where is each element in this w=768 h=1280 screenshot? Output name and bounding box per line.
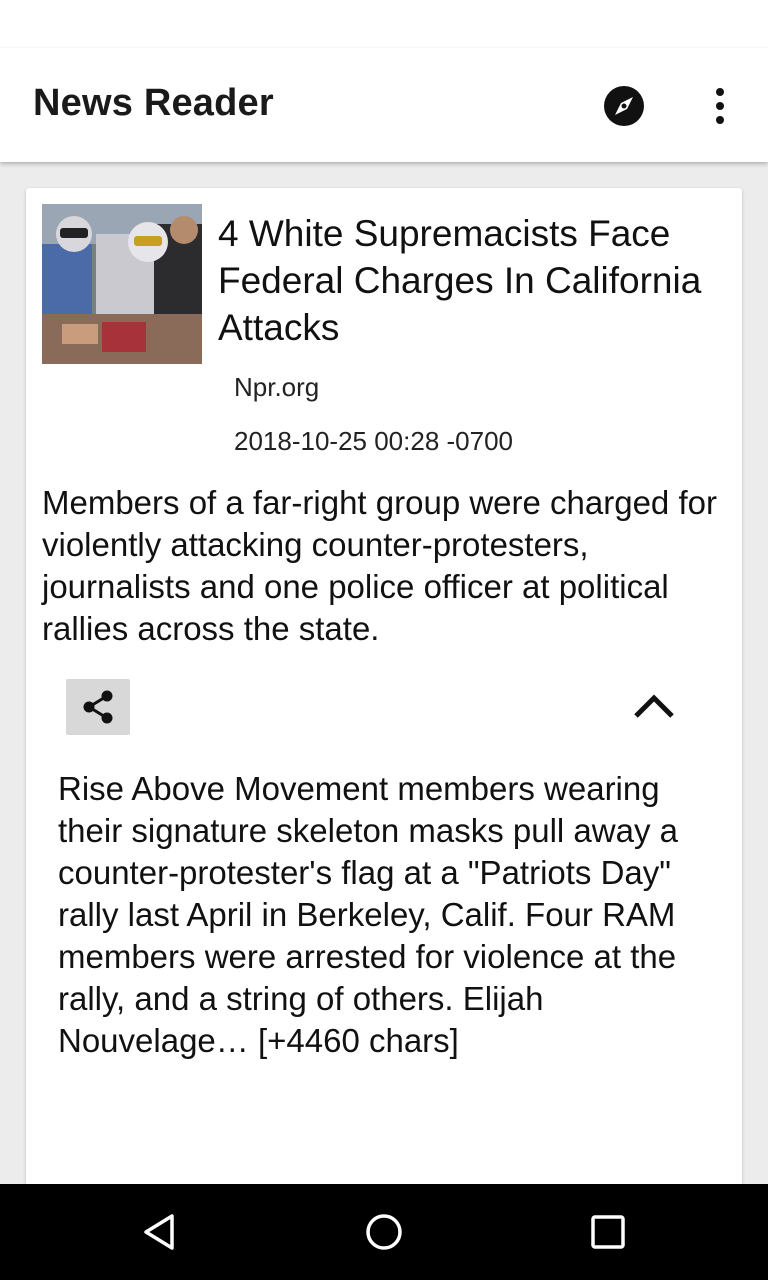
article-content: Rise Above Movement members wearing thei… [58,770,678,1059]
article-source: Npr.org [234,372,320,402]
recents-icon [591,1215,625,1249]
back-icon [144,1214,174,1250]
home-icon [366,1214,402,1250]
article-thumbnail [42,204,202,364]
home-button[interactable] [360,1208,408,1256]
status-bar [0,0,768,48]
recents-button[interactable] [584,1208,632,1256]
article-title[interactable]: 4 White Supremacists Face Federal Charge… [218,210,728,351]
app-bar: News Reader [0,48,768,162]
share-button[interactable] [66,679,130,735]
overflow-menu-button[interactable] [700,82,740,130]
article-card[interactable]: 4 White Supremacists Face Federal Charge… [26,188,742,1188]
collapse-button[interactable] [626,682,682,730]
back-button[interactable] [136,1208,184,1256]
compass-icon [604,86,644,126]
article-date: 2018-10-25 00:28 -0700 [234,426,514,456]
article-description: Members of a far-right group were charge… [42,484,717,647]
chevron-up-icon [634,694,674,718]
system-navigation-bar [0,1184,768,1280]
app-title: News Reader [33,82,274,124]
more-vert-icon [716,88,724,124]
share-icon [83,690,113,724]
explore-button[interactable] [600,82,648,130]
